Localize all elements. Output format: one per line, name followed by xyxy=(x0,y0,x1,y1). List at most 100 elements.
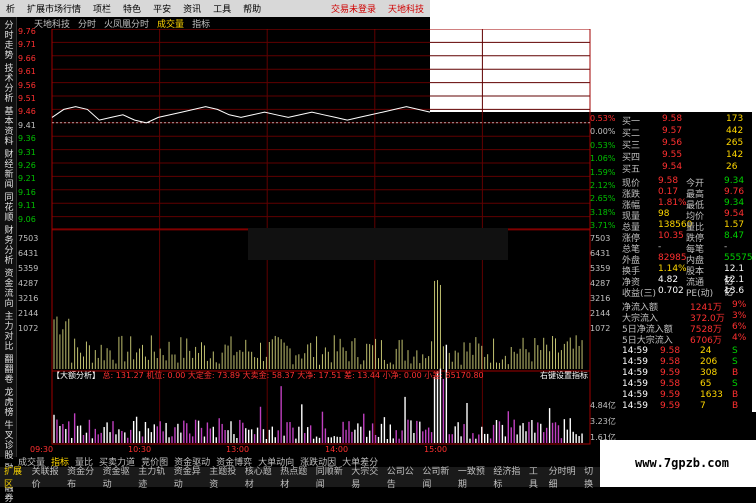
tick-time: 14:59 xyxy=(622,379,648,389)
bottom-tab[interactable]: 扩展区 xyxy=(4,464,28,490)
vol-tick: 3216 xyxy=(18,294,39,303)
bottom-tab[interactable]: 资金驱动 xyxy=(103,464,135,490)
price-tick: 9.46 xyxy=(18,107,36,117)
menu-item[interactable]: 扩展市场行情 xyxy=(21,2,87,15)
menu-bar: 析扩展市场行情 项栏 特色 平安 资讯 工具 帮助 交易未登录 天地科技 xyxy=(0,0,430,17)
tick-vol: 65 xyxy=(700,379,712,389)
menu-item[interactable]: 特色 xyxy=(117,2,147,15)
tick-vol: 7 xyxy=(700,401,706,411)
sidebar-item[interactable]: 翻翻卷 xyxy=(2,354,15,384)
sidebar-item[interactable]: 主力对比 xyxy=(2,311,15,351)
tick-flag: B xyxy=(732,390,739,400)
pct-tick: 2.65% xyxy=(590,194,616,204)
chart-titlebar: 天地科技 分时 火凤凰分时 成交量 指标 xyxy=(16,17,430,30)
mode-label[interactable]: 分时 xyxy=(78,17,96,30)
menu-item[interactable]: 平安 xyxy=(147,2,177,15)
stat-row: 收益(三) 0.702 PE(动) 13.6 xyxy=(620,286,752,299)
indicator-label[interactable]: 火凤凰分时 xyxy=(104,17,149,30)
sidebar-item[interactable]: 牛叉诊股 xyxy=(2,420,15,460)
analysis-settings[interactable]: 右键设置指标 xyxy=(540,370,588,381)
bottom-tab[interactable]: 热点题材 xyxy=(280,464,312,490)
stat-value: 10.35 xyxy=(658,231,684,241)
price-tick: 9.61 xyxy=(18,67,36,77)
pct-tick: 0.00% xyxy=(590,127,616,137)
bottom-tab[interactable]: 一致预期 xyxy=(458,464,490,490)
stat-value: 4.82 xyxy=(658,275,679,285)
pct-tick: 0.53% xyxy=(590,114,616,123)
ind-label[interactable]: 指标 xyxy=(192,17,210,30)
sidebar-item[interactable]: 财经新闻 xyxy=(2,149,15,189)
bottom-tab[interactable]: 分时明细 xyxy=(549,464,581,490)
tick-time: 14:59 xyxy=(622,401,648,411)
time-label: 09:30 xyxy=(30,445,54,454)
tick-vol: 24 xyxy=(700,346,712,356)
price-tick: 9.26 xyxy=(18,161,36,170)
time-label: 10:30 xyxy=(128,445,152,454)
time-label: 13:00 xyxy=(226,445,250,454)
bottom-tab[interactable]: 经济指标 xyxy=(493,464,525,490)
stat-value: 9.34 xyxy=(724,176,745,186)
menu-item[interactable]: 工具 xyxy=(207,2,237,15)
stat-value: 1.57 xyxy=(724,220,745,230)
menu-item[interactable]: 项栏 xyxy=(87,2,117,15)
sidebar-item[interactable]: 同花顺 xyxy=(2,192,15,222)
bid-row: 买五 9.54 26 xyxy=(620,162,752,175)
bottom-tab[interactable]: 同顺新闻 xyxy=(316,464,348,490)
stat-value: 9.76 xyxy=(724,187,745,197)
flow-ratio: 3% xyxy=(732,311,747,321)
bottom-tab[interactable]: 大宗交易 xyxy=(351,464,383,490)
overlay-box xyxy=(248,228,508,260)
bottom-tab[interactable]: 工具 xyxy=(529,464,545,490)
price-tick: 9.51 xyxy=(18,94,36,103)
price-tick: 9.06 xyxy=(18,214,36,224)
sidebar-item[interactable]: 龙虎榜 xyxy=(2,387,15,417)
tick-row: 14:59 9.59 308 B xyxy=(620,368,752,379)
menu-item[interactable]: 析 xyxy=(0,2,21,15)
sidebar-item[interactable]: 基本资料 xyxy=(2,106,15,146)
bid-vol: 442 xyxy=(726,126,744,136)
bid-vol: 26 xyxy=(726,162,738,172)
vol-tick-right: 4287 xyxy=(590,279,611,288)
menu-item[interactable]: 资讯 xyxy=(177,2,207,15)
bottom-tab[interactable]: 资金异动 xyxy=(174,464,206,490)
tick-row: 14:59 9.58 206 S xyxy=(620,357,752,368)
stat-value: 82985 xyxy=(658,253,687,263)
bottom-tab[interactable]: 公司公告 xyxy=(387,464,419,490)
bid-vol: 173 xyxy=(726,114,744,124)
flow-ratio: 6% xyxy=(732,322,747,332)
stat-value: - xyxy=(658,242,662,252)
sidebar-item[interactable]: 技术分析 xyxy=(2,63,15,103)
price-tick: 9.31 xyxy=(18,147,36,157)
menu-item[interactable]: 帮助 xyxy=(237,2,267,15)
bid-vol: 265 xyxy=(726,138,744,148)
bottom-tab[interactable]: 资金分布 xyxy=(67,464,99,490)
bottom-tab[interactable]: 核心题材 xyxy=(245,464,277,490)
bottom-tab[interactable]: 主力轨迹 xyxy=(138,464,170,490)
bottom-tab[interactable]: 公司新闻 xyxy=(422,464,454,490)
vol-tick-right: 6431 xyxy=(590,249,611,258)
sidebar-item[interactable]: 资金流向 xyxy=(2,268,15,308)
bottom-tab[interactable]: 主题投资 xyxy=(209,464,241,490)
stat-row: 现量 98 均价 9.54 xyxy=(620,209,752,222)
tick-time: 14:59 xyxy=(622,368,648,378)
stat-value: 1.81% xyxy=(658,198,687,208)
sidebar-item[interactable]: 财务分析 xyxy=(2,225,15,265)
price-tick: 9.16 xyxy=(18,187,36,197)
tick-vol: 308 xyxy=(700,368,718,378)
stat-value: 9.34 xyxy=(724,198,745,208)
vol-label[interactable]: 成交量 xyxy=(157,17,184,30)
bottom-tab[interactable]: 切换 xyxy=(584,464,600,490)
price-tick: 9.21 xyxy=(18,174,36,184)
sidebar-item[interactable]: 分时走势 xyxy=(2,20,15,60)
pct-tick: 0.53% xyxy=(590,140,616,150)
bottom-tab[interactable]: 关联报价 xyxy=(32,464,64,490)
money-tick: 4.84亿 xyxy=(590,401,616,410)
tick-price: 9.58 xyxy=(660,379,681,389)
stat-value: 0.702 xyxy=(658,286,684,296)
tick-flag: S xyxy=(732,379,738,389)
vol-tick: 5359 xyxy=(18,264,39,273)
vol-tick-right: 7503 xyxy=(590,234,611,243)
login-status[interactable]: 交易未登录 xyxy=(325,2,382,15)
tick-row: 14:59 9.59 1633 B xyxy=(620,390,752,401)
bid-price: 9.55 xyxy=(662,150,683,160)
